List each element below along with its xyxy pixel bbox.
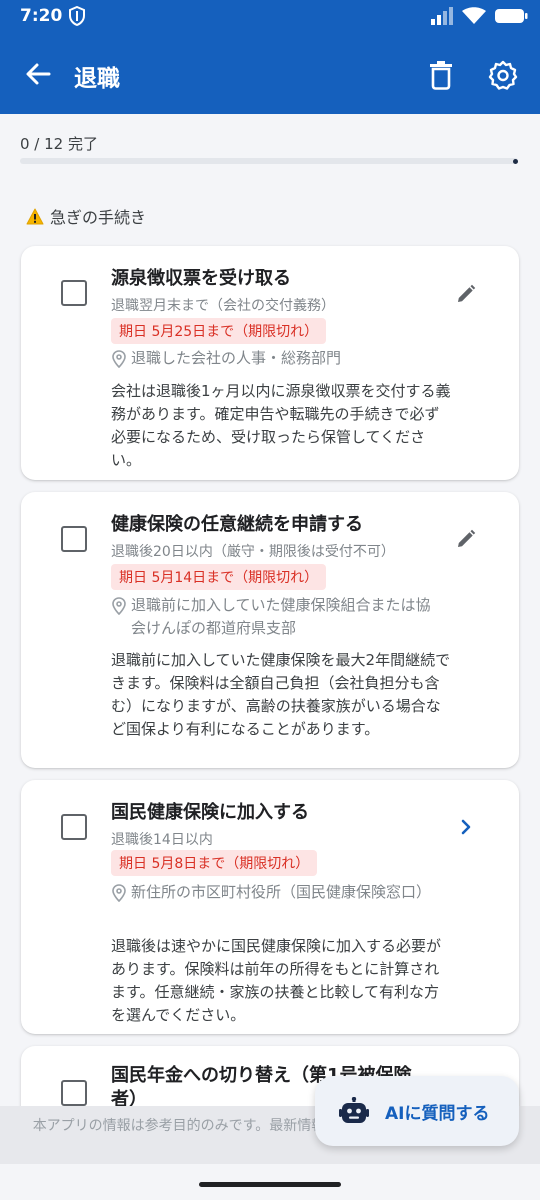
gear-icon[interactable] — [488, 60, 518, 90]
task-checkbox[interactable] — [61, 280, 87, 306]
trash-icon[interactable] — [427, 60, 455, 90]
pencil-icon[interactable] — [455, 528, 477, 550]
deadline-badge: 期日 5月14日まで（期限切れ） — [111, 564, 327, 590]
deadline-badge: 期日 5月8日まで（期限切れ） — [111, 850, 318, 876]
task-card[interactable]: 源泉徴収票を受け取る 退職翌月末まで（会社の交付義務） 期日 5月25日まで（期… — [21, 246, 519, 480]
signal-icon — [431, 7, 453, 25]
progress-label: 0 / 12 完了 — [20, 135, 98, 153]
deadline-badge: 期日 5月25日まで（期限切れ） — [111, 318, 327, 344]
task-timing: 退職翌月末まで（会社の交付義務） — [111, 298, 335, 314]
back-arrow-icon[interactable] — [24, 60, 52, 88]
task-description: 会社は退職後1ヶ月以内に源泉徴収票を交付する義務があります。確定申告や転職先の手… — [111, 382, 451, 469]
page-title: 退職 — [74, 66, 120, 92]
top-app-bar: 7:20 退職 — [0, 0, 540, 114]
section-label: 急ぎの手続き — [50, 208, 147, 227]
task-timing: 退職後20日以内（厳守・期限後は受付不可） — [111, 544, 395, 560]
location-pin-icon — [112, 884, 126, 902]
task-title: 国民健康保険に加入する — [111, 802, 309, 823]
task-location-text: 退職した会社の人事・総務部門 — [131, 349, 342, 367]
task-location: 新住所の市区町村役所（国民健康保険窓口） — [111, 881, 441, 904]
task-timing: 退職後14日以内 — [111, 832, 213, 848]
shield-icon — [69, 6, 85, 26]
task-description: 退職前に加入していた健康保険を最大2年間継続できます。保険料は全額自己負担（会社… — [111, 651, 451, 738]
progress-end-dot — [513, 159, 518, 164]
task-description: 退職後は速やかに国民健康保険に加入する必要があります。保険料は前年の所得をもとに… — [111, 937, 442, 1024]
task-card[interactable]: 国民健康保険に加入する 退職後14日以内 期日 5月8日まで（期限切れ） 新住所… — [21, 780, 519, 1034]
task-checkbox[interactable] — [61, 814, 87, 840]
pencil-icon[interactable] — [455, 283, 477, 305]
task-location: 退職前に加入していた健康保険組合または協会けんぽの都道府県支部 — [111, 594, 441, 640]
battery-icon — [495, 9, 528, 23]
task-location: 退職した会社の人事・総務部門 — [111, 347, 441, 370]
task-title: 健康保険の任意継続を申請する — [111, 514, 363, 535]
task-location-text: 新住所の市区町村役所（国民健康保険窓口） — [131, 883, 432, 901]
task-checkbox[interactable] — [61, 1080, 87, 1106]
ask-ai-label: AIに質問する — [385, 1103, 490, 1124]
wifi-icon — [462, 7, 486, 24]
warning-icon — [26, 208, 44, 224]
chevron-right-icon[interactable] — [457, 818, 475, 836]
status-time: 7:20 — [20, 6, 63, 26]
location-pin-icon — [112, 597, 126, 615]
progress-bar — [20, 158, 518, 164]
location-pin-icon — [112, 350, 126, 368]
section-header: 急ぎの手続き — [26, 204, 146, 228]
robot-icon — [339, 1097, 369, 1123]
home-indicator[interactable] — [199, 1182, 341, 1187]
task-card[interactable]: 健康保険の任意継続を申請する 退職後20日以内（厳守・期限後は受付不可） 期日 … — [21, 492, 519, 768]
task-checkbox[interactable] — [61, 526, 87, 552]
ask-ai-button[interactable]: AIに質問する — [315, 1076, 519, 1146]
task-location-text: 退職前に加入していた健康保険組合または協会けんぽの都道府県支部 — [131, 596, 431, 637]
task-title: 源泉徴収票を受け取る — [111, 268, 291, 289]
